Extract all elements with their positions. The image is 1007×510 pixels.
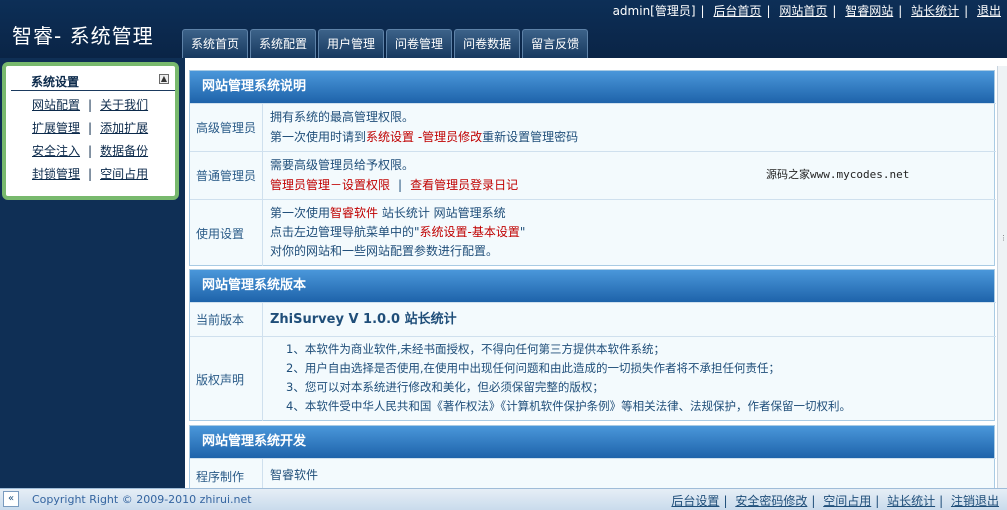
admin-modify-link[interactable]: 系统设置 -管理员修改 [366,130,482,144]
table-row: 高级管理员 拥有系统的最高管理权限。 第一次使用时请到系统设置 -管理员修改重新… [190,103,996,151]
table-row: 程序制作 智睿软件 [190,458,996,488]
sidebar-divider [11,90,175,91]
current-user: admin[管理员] [612,4,696,18]
tab-system-config[interactable]: 系统配置 [250,29,317,58]
table-row: 使用设置 第一次使用智睿软件 站长统计 网站管理系统 点击左边管理导航菜单中的"… [190,199,996,266]
sidebar-item-data-backup[interactable]: 数据备份 [100,144,148,158]
admin-desc: 拥有系统的最高管理权限。 [270,110,415,124]
admin-hint: 第一次使用时请到系统设置 -管理员修改重新设置管理密码 [270,130,579,144]
version-value: ZhiSurvey V 1.0.0 站长统计 [270,312,457,327]
sidebar-item-space-usage[interactable]: 空间占用 [100,167,148,181]
sidebar-item-about-us[interactable]: 关于我们 [100,98,148,112]
tab-feedback[interactable]: 留言反馈 [522,29,589,58]
maker-value: 智睿软件 [270,468,319,482]
copyright-item: 3、您可以对本系统进行修改和美化，但必须保留完整的版权； [286,380,604,394]
table-row: 当前版本 ZhiSurvey V 1.0.0 站长统计 [190,302,996,336]
sidebar-row: 安全注入 | 数据备份 [32,144,149,158]
tab-user-management[interactable]: 用户管理 [318,29,385,58]
panel-title: 网站管理系统开发 [190,426,994,458]
login-log-link[interactable]: 查看管理员登录日记 [410,178,518,192]
sidebar-row: 扩展管理 | 添加扩展 [32,121,149,135]
basic-settings-link[interactable]: 系统设置-基本设置 [420,225,520,239]
sidebar-item-site-config[interactable]: 网站配置 [32,98,80,112]
main-nav-tabs: 系统首页 系统配置 用户管理 问卷管理 问卷数据 留言反馈 [182,29,590,58]
panel-title: 网站管理系统版本 [190,270,994,302]
sidebar-item-extension-management[interactable]: 扩展管理 [32,121,80,135]
link-logout[interactable]: 退出 [977,4,1001,18]
copyright-item: 4、本软件受中华人民共和国《著作权法》《计算机软件保护条例》等相关法律、法规保护… [286,399,852,413]
footer-link-logout[interactable]: 注销退出 [951,494,999,508]
permission-settings-link[interactable]: 管理员管理－设置权限 [270,178,390,192]
tab-survey-data[interactable]: 问卷数据 [454,29,521,58]
copyright-item: 2、用户自由选择是否使用,在使用中出现任何问题和由此造成的一切损失作者将不承担任… [286,361,780,375]
usage-desc: 对你的网站和一些网站配置参数进行配置。 [270,244,499,258]
top-links: admin[管理员] | 后台首页 | 网站首页 | 智睿网站 | 站长统计 | 退出 [612,4,1001,18]
panel-system-dev: 网站管理系统开发 程序制作 智睿软件 [189,425,996,488]
sidebar-item-security-injection[interactable]: 安全注入 [32,144,80,158]
link-site-home[interactable]: 网站首页 [779,4,827,18]
scroll-grip-icon: ⋮ [1000,234,1007,242]
sidebar-menu-box: 系统设置 ▲ 网站配置 | 关于我们 扩展管理 | 添加扩展 安全注入 | 数据备份 封锁管… [2,62,179,200]
sidebar-menu-title: 系统设置 [31,75,80,89]
footer-link-admin-settings[interactable]: 后台设置 [671,494,719,508]
row-label: 普通管理员 [196,169,257,183]
sidebar-row: 封锁管理 | 空间占用 [32,167,149,181]
sidebar-item-add-extension[interactable]: 添加扩展 [100,121,148,135]
row-label: 程序制作 [196,470,245,484]
collapse-toggle-icon[interactable]: ▲ [159,74,169,84]
copyright-text: Copyright Right © 2009-2010 zhirui.net [32,493,252,506]
row-label: 使用设置 [196,226,245,241]
collapse-sidebar-icon[interactable]: « [3,491,19,507]
link-stats[interactable]: 站长统计 [911,4,959,18]
sidebar: 系统设置 ▲ 网站配置 | 关于我们 扩展管理 | 添加扩展 安全注入 | 数据备份 封锁管… [0,58,185,488]
panel-system-version: 网站管理系统版本 当前版本 ZhiSurvey V 1.0.0 站长统计 版权声… [189,269,996,421]
copyright-item: 1、本软件为商业软件,未经书面授权，不得向任何第三方提供本软件系统； [286,342,665,356]
table-row: 版权声明 1、本软件为商业软件,未经书面授权，不得向任何第三方提供本软件系统； … [190,336,996,421]
zhirui-software-link[interactable]: 智睿软件 [330,206,378,220]
sidebar-row: 网站配置 | 关于我们 [32,98,149,112]
row-label: 当前版本 [196,313,245,327]
link-admin-home[interactable]: 后台首页 [713,4,761,18]
footer-link-stats[interactable]: 站长统计 [887,494,935,508]
panel-title: 网站管理系统说明 [190,71,994,103]
row-label: 版权声明 [196,372,245,387]
top-header: 智睿- 系统管理 admin[管理员] | 后台首页 | 网站首页 | 智睿网站 | 站… [0,0,1007,58]
footer-bar: « Copyright Right © 2009-2010 zhirui.net… [0,488,1007,510]
tab-system-home[interactable]: 系统首页 [182,29,249,58]
footer-link-space-usage[interactable]: 空间占用 [823,494,871,508]
footer-links: 后台设置 | 安全密码修改 | 空间占用 | 站长统计 | 注销退出 [671,494,999,508]
main-content: 网站管理系统说明 高级管理员 拥有系统的最高管理权限。 第一次使用时请到系统设置… [185,66,997,488]
brand-title: 智睿- 系统管理 [12,24,154,48]
footer-link-password-change[interactable]: 安全密码修改 [735,494,807,508]
sidebar-item-block-management[interactable]: 封锁管理 [32,167,80,181]
normal-desc: 需要高级管理员给予权限。 [270,158,415,172]
main-scrollbar[interactable]: ⋮ [997,66,1007,488]
row-label: 高级管理员 [196,121,257,135]
watermark-text: 源码之家www.mycodes.net [766,168,910,181]
tab-survey-management[interactable]: 问卷管理 [386,29,453,58]
link-zhirui-site[interactable]: 智睿网站 [845,4,893,18]
